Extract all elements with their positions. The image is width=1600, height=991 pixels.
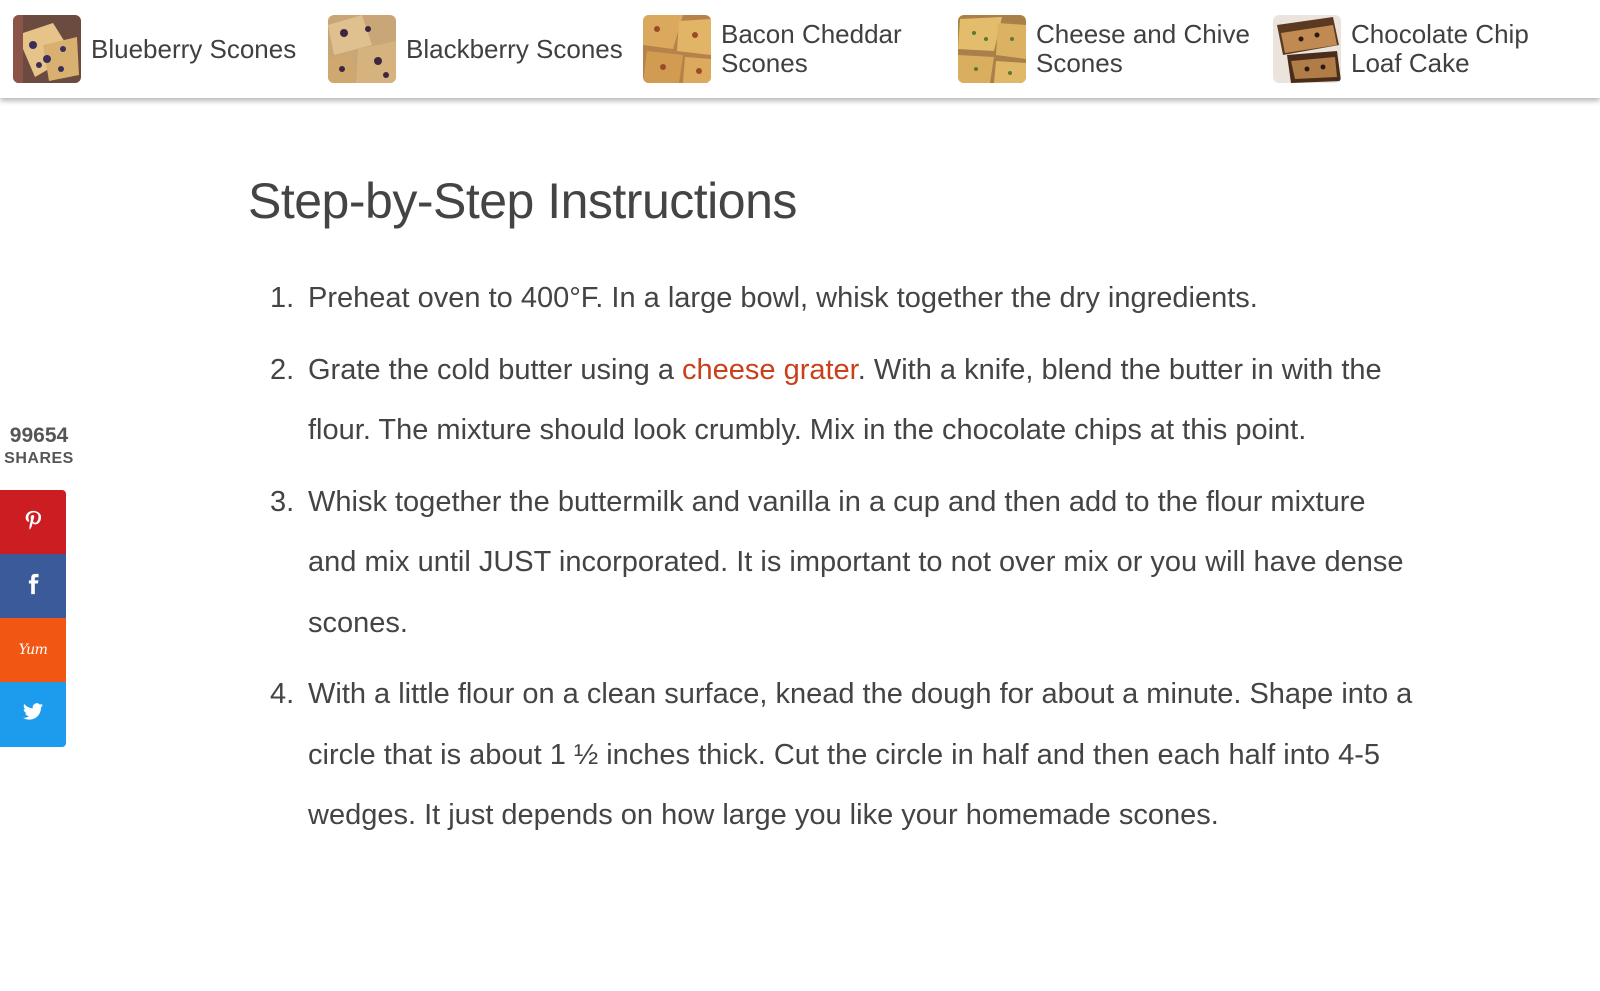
cheese-chive-scones-thumbnail xyxy=(958,15,1026,83)
instruction-step: 4. With a little flour on a clean surfac… xyxy=(270,664,1420,846)
step-text: Whisk together the buttermilk and vanill… xyxy=(308,485,1404,639)
related-post-blackberry-scones[interactable]: Blackberry Scones xyxy=(328,15,628,83)
step-number: 3. xyxy=(270,485,295,518)
step-number: 1. xyxy=(270,282,295,314)
step-text: Preheat oven to 400°F. In a large bowl, … xyxy=(308,282,1258,314)
related-posts-bar: Blueberry Scones Blackberry Scones Bacon… xyxy=(0,0,1600,98)
twitter-share-button[interactable] xyxy=(0,682,66,747)
share-count-number: 99654 xyxy=(9,424,69,447)
facebook-icon xyxy=(22,573,44,600)
step-text: With a little flour on a clean surface, … xyxy=(308,678,1413,831)
share-count-label: SHARES xyxy=(4,450,74,467)
related-post-chocolate-chip-loaf-cake[interactable]: Chocolate Chip Loaf Cake xyxy=(1273,15,1573,83)
pinterest-icon xyxy=(22,509,44,536)
related-post-cheese-chive-scones[interactable]: Cheese and Chive Scones xyxy=(958,15,1258,83)
instructions-heading: Step-by-Step Instructions xyxy=(248,173,797,229)
cheese-grater-link[interactable]: cheese grater xyxy=(682,354,858,386)
pinterest-share-button[interactable] xyxy=(0,490,66,554)
yummly-icon: Yum xyxy=(18,642,48,658)
blueberry-scones-thumbnail xyxy=(13,15,81,83)
related-post-label: Chocolate Chip Loaf Cake xyxy=(1351,19,1529,78)
related-post-blueberry-scones[interactable]: Blueberry Scones xyxy=(13,15,313,83)
related-post-label: Blueberry Scones xyxy=(91,33,297,64)
instructions-list: 1. Preheat oven to 400°F. In a large bow… xyxy=(270,268,1420,857)
instruction-step: 3. Whisk together the buttermilk and van… xyxy=(270,472,1420,654)
related-post-label: Bacon Cheddar Scones xyxy=(721,19,902,78)
bacon-cheddar-scones-thumbnail xyxy=(643,15,711,83)
yummly-share-button[interactable]: Yum xyxy=(0,618,66,682)
step-number: 2. xyxy=(270,353,295,386)
facebook-share-button[interactable] xyxy=(0,554,66,618)
chocolate-chip-loaf-thumbnail xyxy=(1273,15,1341,83)
share-counter: 99654 SHARES xyxy=(0,424,78,470)
twitter-icon xyxy=(22,701,44,728)
step-number: 4. xyxy=(270,678,295,710)
blackberry-scones-thumbnail xyxy=(328,15,396,83)
step-text-before-link: Grate the cold butter using a xyxy=(308,353,682,386)
instruction-step: 1. Preheat oven to 400°F. In a large bow… xyxy=(270,268,1420,329)
related-post-label: Cheese and Chive Scones xyxy=(1036,19,1250,78)
instruction-step: 2. Grate the cold butter using a cheese … xyxy=(270,340,1420,461)
related-post-label: Blackberry Scones xyxy=(406,33,623,64)
related-post-bacon-cheddar-scones[interactable]: Bacon Cheddar Scones xyxy=(643,15,943,83)
